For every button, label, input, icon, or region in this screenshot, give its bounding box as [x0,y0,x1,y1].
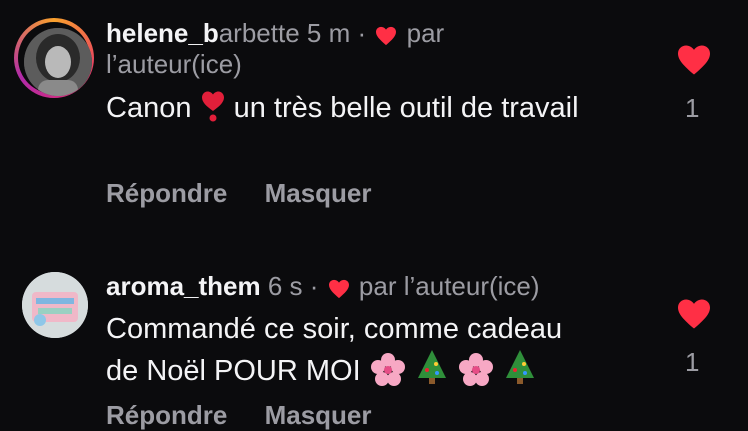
like-count[interactable]: 1 [685,347,699,378]
comment-header: aroma_them 6 s · par l’auteur(ice) [106,270,540,302]
comment-item: helene_barbette 5 m · par l’auteur(ice) … [0,0,748,240]
like-count[interactable]: 1 [685,93,699,124]
comment-header: helene_barbette 5 m · par [106,17,444,49]
username-faded[interactable]: arbette [219,18,300,48]
hide-button[interactable]: Masquer [265,178,372,208]
comment-text-part1: Canon [106,92,192,124]
hide-button[interactable]: Masquer [265,400,372,430]
comment-text-line2-wrap: de Noël POUR MOI [106,348,646,396]
comment-text-part2: un très belle outil de travail [233,92,579,124]
avatar[interactable] [22,272,88,338]
avatar[interactable] [24,28,92,96]
comment-text-line1: Commandé ce soir, comme cadeau [106,313,563,345]
avatar-image [24,28,92,96]
by-author-label-line2: l’auteur(ice) [106,49,242,79]
christmas-tree-icon [415,348,449,396]
christmas-tree-icon [503,348,537,396]
by-author-label: par l’auteur(ice) [358,271,540,301]
comment-actions: Répondre Masquer [106,400,402,431]
avatar-gap [18,22,92,96]
timestamp: 6 s [267,271,303,301]
timestamp: 5 m [306,18,351,48]
comment-actions: Répondre Masquer [106,178,402,209]
comment-text-line2: de Noël POUR MOI [106,355,361,387]
cherry-blossom-icon [457,352,495,396]
comment-text: Commandé ce soir, comme cadeau de Noël P… [106,310,646,396]
cherry-blossom-icon [369,352,407,396]
by-author-label: par [406,18,445,48]
avatar-image [22,272,88,338]
separator: · [357,18,367,48]
like-heart-icon[interactable] [676,298,712,330]
reply-button[interactable]: Répondre [106,400,227,430]
story-ring[interactable] [14,18,94,98]
author-heart-icon [328,279,349,299]
reply-button[interactable]: Répondre [106,178,227,208]
like-heart-icon[interactable] [676,44,712,76]
separator: · [309,271,319,301]
heavy-heart-exclamation-icon [200,89,226,133]
comment-item: aroma_them 6 s · par l’auteur(ice) Comma… [0,258,748,430]
comment-text: Canon un très belle outil de travail [106,89,646,133]
username[interactable]: aroma_them [106,271,261,301]
username[interactable]: helene_b [106,18,219,48]
author-heart-icon [376,26,397,46]
